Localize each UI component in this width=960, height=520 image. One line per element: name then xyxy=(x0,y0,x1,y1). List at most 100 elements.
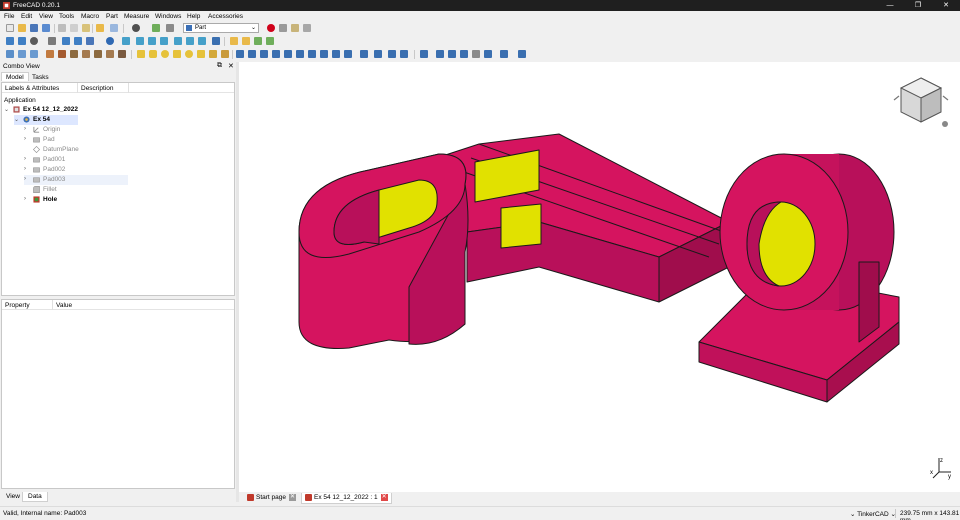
part-cross-sections-icon[interactable] xyxy=(360,50,368,58)
navigation-cube[interactable] xyxy=(889,70,953,134)
open-file-icon[interactable] xyxy=(18,24,26,32)
stop-macro-icon[interactable] xyxy=(279,24,287,32)
create-group-icon[interactable] xyxy=(242,37,250,45)
part-thickness-icon[interactable] xyxy=(388,50,396,58)
close-tab-icon[interactable]: ✕ xyxy=(380,494,388,501)
close-tab-icon[interactable]: ✕ xyxy=(289,494,296,501)
part-measure-icon[interactable] xyxy=(518,50,526,58)
redo-icon[interactable] xyxy=(110,24,118,32)
cut-icon[interactable] xyxy=(58,24,66,32)
back-icon[interactable] xyxy=(62,37,70,45)
workbench-selector[interactable]: Part ⌄ xyxy=(183,23,259,33)
top-view-icon[interactable] xyxy=(148,37,156,45)
part-join-icon[interactable] xyxy=(472,50,480,58)
macros-icon[interactable] xyxy=(291,24,299,32)
chevron-right-icon[interactable]: › xyxy=(24,176,26,182)
right-view-icon[interactable] xyxy=(160,37,168,45)
chevron-down-icon[interactable]: ⌄ xyxy=(14,116,19,123)
menu-tools[interactable]: Tools xyxy=(59,13,74,20)
chevron-right-icon[interactable]: › xyxy=(24,136,26,142)
part-sphere-icon[interactable] xyxy=(161,50,169,58)
menu-view[interactable]: View xyxy=(39,13,53,20)
chevron-down-icon[interactable]: ⌄ xyxy=(4,106,9,113)
part-sweep-icon[interactable] xyxy=(332,50,340,58)
minimize-button[interactable]: — xyxy=(876,0,904,11)
isometric-view-icon[interactable] xyxy=(122,37,130,45)
part-primitives-icon[interactable] xyxy=(209,50,217,58)
whats-this-icon[interactable] xyxy=(166,24,174,32)
part-offset-icon[interactable] xyxy=(374,50,382,58)
zoom-icon[interactable] xyxy=(106,37,114,45)
close-window-button[interactable]: ✕ xyxy=(932,0,960,11)
link-icon[interactable] xyxy=(254,37,262,45)
close-panel-button[interactable]: ✕ xyxy=(228,62,234,70)
property-column-header[interactable]: Property xyxy=(5,302,30,309)
std-tree3-icon[interactable] xyxy=(70,50,78,58)
part-ruled-surface-icon[interactable] xyxy=(308,50,316,58)
tree-item-hole[interactable]: › Hole xyxy=(24,195,124,205)
std-tree4-icon[interactable] xyxy=(82,50,90,58)
labels-column-header[interactable]: Labels & Attributes xyxy=(5,85,59,92)
part-section-icon[interactable] xyxy=(344,50,352,58)
record-macro-icon[interactable] xyxy=(267,24,275,32)
part-box-icon[interactable] xyxy=(137,50,145,58)
left-view-icon[interactable] xyxy=(198,37,206,45)
part-loft-icon[interactable] xyxy=(320,50,328,58)
create-part-icon[interactable] xyxy=(230,37,238,45)
std-tree-icon[interactable] xyxy=(46,50,54,58)
navigation-style-selector[interactable]: ⌄ TinkerCAD ⌄ xyxy=(850,510,896,518)
part-common-icon[interactable] xyxy=(460,50,468,58)
std-view2-icon[interactable] xyxy=(18,50,26,58)
front-view-icon[interactable] xyxy=(136,37,144,45)
save-icon[interactable] xyxy=(30,24,38,32)
part-extrude-icon[interactable] xyxy=(236,50,244,58)
refresh-icon[interactable] xyxy=(132,24,140,32)
fit-selection-icon[interactable] xyxy=(18,37,26,45)
menu-edit[interactable]: Edit xyxy=(21,13,32,20)
part-chamfer-icon[interactable] xyxy=(284,50,292,58)
part-mirror-icon[interactable] xyxy=(260,50,268,58)
part-fuse-icon[interactable] xyxy=(448,50,456,58)
tab-data[interactable]: Data xyxy=(22,492,48,502)
part-tube-icon[interactable] xyxy=(197,50,205,58)
std-view3-icon[interactable] xyxy=(30,50,38,58)
maximize-button[interactable]: ❐ xyxy=(904,0,932,11)
run-macro-icon[interactable] xyxy=(303,24,311,32)
menu-macro[interactable]: Macro xyxy=(81,13,99,20)
part-cut-icon[interactable] xyxy=(436,50,444,58)
measure-distance-icon[interactable] xyxy=(212,37,220,45)
tab-tasks[interactable]: Tasks xyxy=(27,72,54,81)
description-column-header[interactable]: Description xyxy=(81,85,114,92)
draw-style-icon[interactable] xyxy=(30,37,38,45)
part-fillet-icon[interactable] xyxy=(272,50,280,58)
undo-icon[interactable] xyxy=(96,24,104,32)
3d-viewport[interactable]: z y x xyxy=(239,62,960,492)
part-cylinder-icon[interactable] xyxy=(149,50,157,58)
menu-part[interactable]: Part xyxy=(106,13,118,20)
chevron-right-icon[interactable]: › xyxy=(24,156,26,162)
menu-windows[interactable]: Windows xyxy=(155,13,181,20)
part-compound-icon[interactable] xyxy=(500,50,508,58)
menu-file[interactable]: File xyxy=(4,13,14,20)
part-boolean-icon[interactable] xyxy=(420,50,428,58)
float-panel-button[interactable]: ⧉ xyxy=(217,62,222,70)
tree-item-pad003[interactable]: › Pad003 xyxy=(24,175,128,185)
tree-item-body[interactable]: ⌄ Ex 54 xyxy=(14,115,78,125)
paste-icon[interactable] xyxy=(82,24,90,32)
part-torus-icon[interactable] xyxy=(185,50,193,58)
std-view-icon[interactable] xyxy=(6,50,14,58)
value-column-header[interactable]: Value xyxy=(56,302,72,309)
model-render[interactable] xyxy=(239,62,960,492)
std-tree7-icon[interactable] xyxy=(118,50,126,58)
new-file-icon[interactable] xyxy=(6,24,14,32)
save-as-icon[interactable] xyxy=(42,24,50,32)
std-tree5-icon[interactable] xyxy=(94,50,102,58)
tab-start-page[interactable]: Start page ✕ xyxy=(244,493,299,504)
copy-icon[interactable] xyxy=(70,24,78,32)
recompute-icon[interactable] xyxy=(152,24,160,32)
part-split-icon[interactable] xyxy=(484,50,492,58)
part-make-face-icon[interactable] xyxy=(296,50,304,58)
std-tree2-icon[interactable] xyxy=(58,50,66,58)
bottom-view-icon[interactable] xyxy=(186,37,194,45)
part-projection-icon[interactable] xyxy=(400,50,408,58)
